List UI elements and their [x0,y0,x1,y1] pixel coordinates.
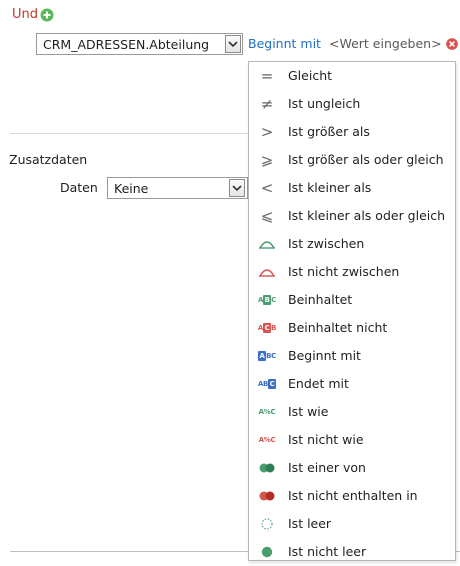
menu-item-label: Ist größer als [288,124,370,139]
less-than-icon: < [260,179,274,197]
menu-item-label: Ist ungleich [288,96,361,111]
field-select[interactable]: CRM_ADRESSEN.Abteilung [36,33,243,55]
menu-item-ist-groesser-gleich[interactable]: ⩾ Ist größer als oder gleich [249,146,455,174]
contains-icon: ABC [258,295,276,305]
is-empty-icon [259,516,275,532]
daten-dropdown-button[interactable] [229,179,245,197]
menu-item-gleicht[interactable]: = Gleicht [249,62,455,90]
menu-item-label: Beginnt mit [288,348,361,363]
operator-menu: = Gleicht ≠ Ist ungleich > Ist größer al… [248,61,456,561]
menu-item-beinhaltet[interactable]: ABC Beinhaltet [249,286,455,314]
greater-equal-icon: ⩾ [260,151,274,169]
separator [10,133,248,134]
menu-item-label: Ist nicht leer [288,544,367,559]
menu-item-label: Gleicht [288,68,333,83]
menu-item-label: Ist einer von [288,460,366,475]
daten-select[interactable]: Keine [107,177,248,199]
menu-item-ist-nicht-zwischen[interactable]: Ist nicht zwischen [249,258,455,286]
menu-item-beginnt-mit[interactable]: A BC Beginnt mit [249,342,455,370]
remove-condition-icon[interactable] [446,38,458,50]
menu-item-label: Ist wie [288,404,329,419]
field-select-value: CRM_ADRESSEN.Abteilung [43,37,210,52]
menu-item-label: Ist größer als oder gleich [288,152,444,167]
menu-item-ist-ungleich[interactable]: ≠ Ist ungleich [249,90,455,118]
chevron-down-icon [228,41,238,48]
less-equal-icon: ⩽ [260,207,274,225]
not-equal-icon: ≠ [260,95,274,113]
menu-item-ist-leer[interactable]: Ist leer [249,510,455,538]
chevron-down-icon [232,185,242,192]
menu-item-label: Beinhaltet [288,292,353,307]
in-list-icon [259,460,275,476]
menu-item-label: Ist kleiner als [288,180,372,195]
menu-item-ist-kleiner-als[interactable]: < Ist kleiner als [249,174,455,202]
like-icon: A%C [258,408,276,416]
menu-item-label: Ist nicht wie [288,432,364,447]
menu-item-label: Ist nicht zwischen [288,264,400,279]
menu-item-ist-groesser-als[interactable]: > Ist größer als [249,118,455,146]
menu-item-ist-zwischen[interactable]: Ist zwischen [249,230,455,258]
daten-label: Daten [60,180,98,195]
menu-item-endet-mit[interactable]: AB C Endet mit [249,370,455,398]
not-like-icon: A%C [258,436,276,444]
section-title: Zusatzdaten [9,152,88,167]
greater-than-icon: > [260,123,274,141]
menu-item-ist-einer-von[interactable]: Ist einer von [249,454,455,482]
not-between-icon [259,264,275,280]
menu-item-ist-nicht-enthalten-in[interactable]: Ist nicht enthalten in [249,482,455,510]
menu-item-label: Beinhaltet nicht [288,320,388,335]
menu-item-ist-nicht-wie[interactable]: A%C Ist nicht wie [249,426,455,454]
daten-select-value: Keine [114,181,149,196]
begins-with-icon: A BC [258,351,276,361]
menu-item-label: Ist kleiner als oder gleich [288,208,446,223]
menu-item-ist-wie[interactable]: A%C Ist wie [249,398,455,426]
equals-icon: = [260,67,274,85]
not-in-list-icon [259,488,275,504]
add-condition-icon[interactable] [40,8,54,22]
field-dropdown-button[interactable] [225,35,241,53]
menu-item-label: Ist zwischen [288,236,365,251]
not-contains-icon: ACB [257,323,277,333]
is-not-empty-icon [259,544,275,560]
menu-item-label: Ist leer [288,516,332,531]
ends-with-icon: AB C [257,379,277,389]
menu-item-ist-kleiner-gleich[interactable]: ⩽ Ist kleiner als oder gleich [249,202,455,230]
menu-item-beinhaltet-nicht[interactable]: ACB Beinhaltet nicht [249,314,455,342]
operator-link[interactable]: Beginnt mit [248,36,321,51]
menu-item-label: Endet mit [288,376,349,391]
menu-item-label: Ist nicht enthalten in [288,488,418,503]
value-input[interactable]: <Wert eingeben> [329,36,442,51]
between-icon [259,236,275,252]
und-label: Und [12,7,39,22]
